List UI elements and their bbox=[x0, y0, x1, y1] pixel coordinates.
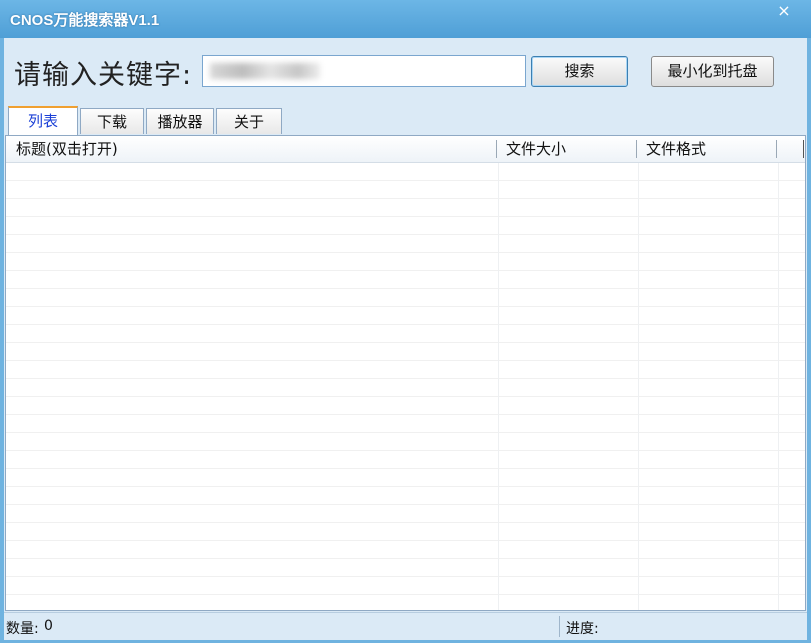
table-row[interactable] bbox=[6, 325, 805, 343]
tab-player[interactable]: 播放器 bbox=[146, 108, 214, 134]
tab-bar: 列表 下载 播放器 关于 bbox=[4, 106, 807, 136]
column-title-header[interactable]: 标题(双击打开) bbox=[10, 136, 496, 162]
results-list[interactable]: 标题(双击打开) 文件大小 文件格式 bbox=[5, 135, 806, 611]
list-header: 标题(双击打开) 文件大小 文件格式 bbox=[6, 136, 805, 163]
table-row[interactable] bbox=[6, 595, 805, 610]
grid-line bbox=[778, 163, 779, 610]
column-divider[interactable] bbox=[496, 140, 497, 158]
client-area: 请输入关键字: 搜索 最小化到托盘 列表 下载 播放器 关于 标题(双击打开) … bbox=[4, 38, 807, 640]
column-divider[interactable] bbox=[803, 140, 804, 158]
keyword-label: 请输入关键字: bbox=[14, 60, 193, 91]
table-row[interactable] bbox=[6, 289, 805, 307]
grid-line bbox=[498, 163, 499, 610]
app-window: CNOS万能搜索器V1.1 × 请输入关键字: 搜索 最小化到托盘 列表 下载 … bbox=[0, 0, 811, 643]
progress-label: 进度: bbox=[566, 621, 599, 637]
column-size-header[interactable]: 文件大小 bbox=[500, 136, 636, 162]
table-row[interactable] bbox=[6, 199, 805, 217]
table-row[interactable] bbox=[6, 433, 805, 451]
table-row[interactable] bbox=[6, 235, 805, 253]
count-value: 0 bbox=[44, 618, 53, 634]
table-row[interactable] bbox=[6, 253, 805, 271]
table-row[interactable] bbox=[6, 307, 805, 325]
table-row[interactable] bbox=[6, 361, 805, 379]
table-row[interactable] bbox=[6, 577, 805, 595]
list-body[interactable] bbox=[6, 163, 805, 610]
table-row[interactable] bbox=[6, 505, 805, 523]
tab-list[interactable]: 列表 bbox=[8, 106, 78, 135]
status-bar: 数量: 0 进度: bbox=[4, 612, 807, 640]
keyword-input[interactable] bbox=[202, 55, 526, 87]
count-label: 数量: bbox=[6, 621, 39, 637]
tab-about[interactable]: 关于 bbox=[216, 108, 282, 134]
table-row[interactable] bbox=[6, 541, 805, 559]
table-row[interactable] bbox=[6, 271, 805, 289]
table-row[interactable] bbox=[6, 163, 805, 181]
table-row[interactable] bbox=[6, 415, 805, 433]
table-row[interactable] bbox=[6, 451, 805, 469]
status-divider bbox=[559, 616, 560, 637]
column-divider[interactable] bbox=[776, 140, 777, 158]
search-button[interactable]: 搜索 bbox=[531, 56, 628, 87]
table-row[interactable] bbox=[6, 181, 805, 199]
title-bar[interactable]: CNOS万能搜索器V1.1 × bbox=[0, 0, 811, 38]
table-row[interactable] bbox=[6, 487, 805, 505]
table-row[interactable] bbox=[6, 523, 805, 541]
column-divider[interactable] bbox=[636, 140, 637, 158]
minimize-to-tray-button[interactable]: 最小化到托盘 bbox=[651, 56, 774, 87]
table-row[interactable] bbox=[6, 397, 805, 415]
table-row[interactable] bbox=[6, 217, 805, 235]
close-icon[interactable]: × bbox=[765, 0, 803, 24]
column-format-header[interactable]: 文件格式 bbox=[640, 136, 776, 162]
table-row[interactable] bbox=[6, 469, 805, 487]
table-row[interactable] bbox=[6, 379, 805, 397]
tab-download[interactable]: 下载 bbox=[80, 108, 144, 134]
window-title: CNOS万能搜索器V1.1 bbox=[10, 12, 160, 29]
table-row[interactable] bbox=[6, 343, 805, 361]
grid-line bbox=[638, 163, 639, 610]
table-row[interactable] bbox=[6, 559, 805, 577]
